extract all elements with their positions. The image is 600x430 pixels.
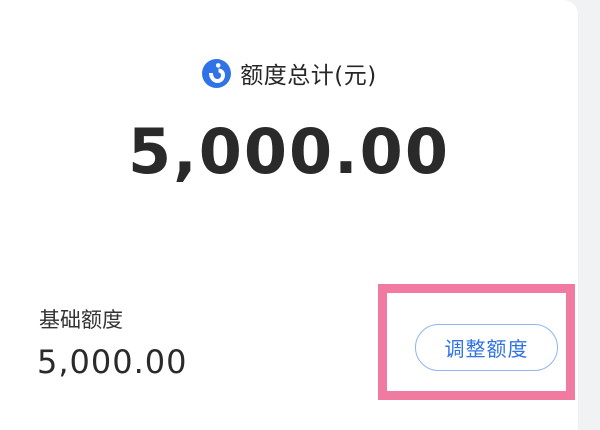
base-quota-label: 基础额度 [39, 308, 123, 332]
total-quota-amount: 5,000.00 [128, 115, 450, 188]
quota-title: 额度总计(元) [240, 63, 377, 89]
base-quota-amount: 5,000.00 [37, 343, 188, 381]
quota-card: 额度总计(元) 5,000.00 基础额度 5,000.00 调整额度 [0, 0, 578, 430]
brand-logo-icon [201, 58, 232, 89]
adjust-quota-button[interactable]: 调整额度 [415, 324, 558, 371]
quota-header: 额度总计(元) [0, 55, 578, 91]
